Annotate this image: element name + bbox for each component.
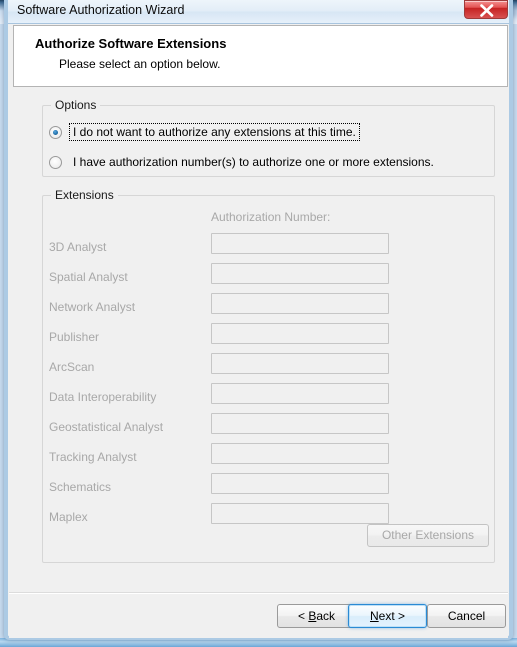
extension-row: Spatial Analyst — [43, 263, 494, 293]
options-groupbox: Options I do not want to authorize any e… — [42, 98, 495, 177]
page-title: Authorize Software Extensions — [35, 36, 227, 51]
extension-row: Publisher — [43, 323, 494, 353]
extension-label-schematics: Schematics — [49, 480, 112, 494]
back-button[interactable]: < Back — [277, 604, 356, 628]
radio-no-authorize[interactable]: I do not want to authorize any extension… — [49, 123, 360, 141]
authorization-number-column-header: Authorization Number: — [211, 210, 331, 224]
close-icon[interactable] — [464, 0, 508, 19]
extension-label-maplex: Maplex — [49, 510, 88, 524]
window-title: Software Authorization Wizard — [17, 3, 185, 17]
desktop-background: Software Authorization Wizard Authorize … — [0, 0, 517, 647]
authorization-input-tracking-analyst[interactable] — [211, 443, 389, 464]
radio-label-have-authorization[interactable]: I have authorization number(s) to author… — [70, 154, 437, 170]
extensions-groupbox: Extensions Authorization Number: 3D Anal… — [42, 188, 495, 563]
radio-have-authorization[interactable]: I have authorization number(s) to author… — [49, 154, 437, 170]
extension-row: Network Analyst — [43, 293, 494, 323]
authorization-input-data-interoperability[interactable] — [211, 383, 389, 404]
authorization-input-arcscan[interactable] — [211, 353, 389, 374]
authorization-input-schematics[interactable] — [211, 473, 389, 494]
radio-indicator-have-authorization[interactable] — [49, 155, 62, 169]
extension-row: Schematics — [43, 473, 494, 503]
extension-label-network-analyst: Network Analyst — [49, 300, 136, 314]
extension-row: Geostatistical Analyst — [43, 413, 494, 443]
authorization-input-spatial-analyst[interactable] — [211, 263, 389, 284]
software-authorization-wizard-dialog: Software Authorization Wizard Authorize … — [4, 0, 513, 640]
extension-label-geostatistical-analyst: Geostatistical Analyst — [49, 420, 164, 434]
authorization-input-geostatistical-analyst[interactable] — [211, 413, 389, 434]
extension-row: ArcScan — [43, 353, 494, 383]
extension-row: Data Interoperability — [43, 383, 494, 413]
dialog-body: Options I do not want to authorize any e… — [9, 88, 508, 592]
title-bar: Software Authorization Wizard — [8, 0, 509, 24]
wizard-header-panel: Authorize Software Extensions Please sel… — [13, 25, 508, 87]
extension-row: Tracking Analyst — [43, 443, 494, 473]
extension-label-spatial-analyst: Spatial Analyst — [49, 270, 128, 284]
extension-row: 3D Analyst — [43, 233, 494, 263]
dialog-footer: < Back Next > Cancel — [9, 594, 508, 638]
extension-label-data-interoperability: Data Interoperability — [49, 390, 157, 404]
extension-label-3d-analyst: 3D Analyst — [49, 240, 107, 254]
other-extensions-button[interactable]: Other Extensions — [367, 524, 489, 547]
radio-indicator-no-authorize[interactable] — [49, 125, 62, 139]
close-glyph — [480, 4, 494, 17]
extension-label-publisher: Publisher — [49, 330, 100, 344]
page-subtitle: Please select an option below. — [59, 57, 221, 71]
authorization-input-3d-analyst[interactable] — [211, 233, 389, 254]
authorization-input-maplex[interactable] — [211, 503, 389, 524]
authorization-input-network-analyst[interactable] — [211, 293, 389, 314]
radio-label-no-authorize[interactable]: I do not want to authorize any extension… — [69, 123, 360, 141]
extension-label-arcscan: ArcScan — [49, 360, 95, 374]
extension-label-tracking-analyst: Tracking Analyst — [49, 450, 137, 464]
extensions-groupbox-legend: Extensions — [51, 188, 118, 202]
cancel-button[interactable]: Cancel — [427, 604, 506, 628]
authorization-input-publisher[interactable] — [211, 323, 389, 344]
next-button[interactable]: Next > — [348, 604, 427, 628]
options-groupbox-legend: Options — [51, 98, 101, 112]
